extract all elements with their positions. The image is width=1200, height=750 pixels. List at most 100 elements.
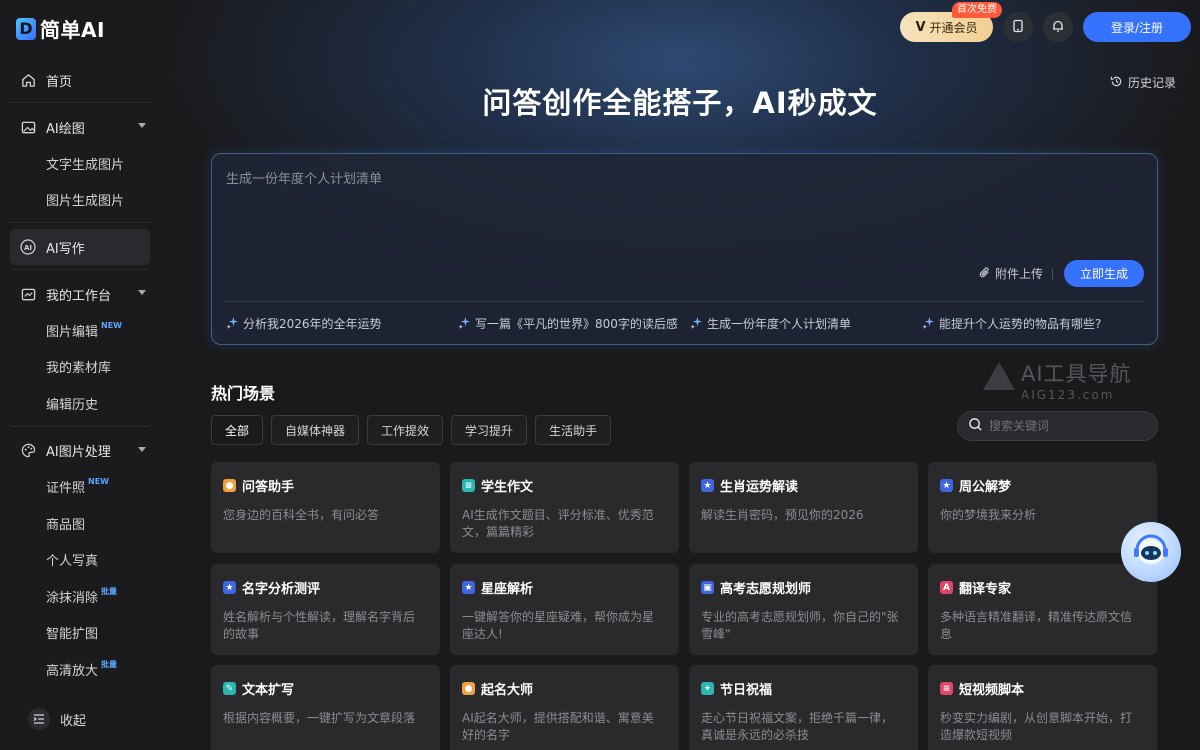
- person-icon: ●: [462, 682, 475, 695]
- card-description: AI生成作文题目、评分标准、优秀范文，篇篇精彩: [462, 508, 654, 539]
- scenario-card[interactable]: ★ 名字分析测评 姓名解析与个性解读，理解名字背后的故事: [211, 564, 440, 655]
- divider: [224, 301, 1145, 302]
- sidebar-item-erase[interactable]: 涂抹消除 批量: [10, 578, 150, 615]
- card-title-row: ★ 周公解梦: [940, 476, 1011, 495]
- gift-icon: ✦: [701, 682, 714, 695]
- card-description: 专业的高考志愿规划师，你自己的"张雪峰": [701, 610, 899, 641]
- scenario-card[interactable]: ★ 星座解析 一键解答你的星座疑难，帮你成为星座达人!: [450, 564, 679, 655]
- watermark: AI工具导航 AIG123.com: [983, 358, 1132, 402]
- vip-icon: V: [915, 19, 926, 35]
- scenario-card[interactable]: ✎ 文本扩写 根据内容概要，一键扩写为文章段落: [211, 665, 440, 750]
- scenario-card[interactable]: ● 起名大师 AI起名大师，提供搭配和谐、寓意美好的名字: [450, 665, 679, 750]
- scenario-card[interactable]: A 翻译专家 多种语言精准翻译，精准传达原文信息: [928, 564, 1157, 655]
- suggestion-text: 分析我2026年的全年运势: [243, 317, 382, 331]
- suggestion-chip[interactable]: 分析我2026年的全年运势: [226, 315, 382, 332]
- sidebar-item-text-to-image[interactable]: 文字生成图片: [10, 145, 150, 182]
- suggestion-text: 写一篇《平凡的世界》800字的读后感: [475, 317, 678, 331]
- search-box[interactable]: [957, 411, 1158, 441]
- attach-upload-button[interactable]: 附件上传: [978, 265, 1043, 282]
- collapse-icon: [28, 708, 50, 730]
- assistant-bot-button[interactable]: [1121, 522, 1181, 582]
- card-title-row: ★ 生肖运势解读: [701, 476, 798, 495]
- logo[interactable]: D 简单AI: [16, 14, 105, 43]
- prompt-input[interactable]: 生成一份年度个人计划清单: [226, 168, 382, 187]
- section-title: 热门场景: [211, 384, 276, 403]
- scenario-card[interactable]: ≡ 学生作文 AI生成作文题目、评分标准、优秀范文，篇篇精彩: [450, 462, 679, 553]
- notification-button[interactable]: [1043, 12, 1073, 42]
- watermark-text: AI工具导航: [1021, 362, 1132, 386]
- scenario-card[interactable]: ✦ 节日祝福 走心节日祝福文案，拒绝千篇一律，真诚是永远的必杀技: [689, 665, 918, 750]
- sidebar-item-portrait[interactable]: 个人写真: [10, 542, 150, 579]
- card-description: 姓名解析与个性解读，理解名字背后的故事: [223, 610, 416, 641]
- new-badge: NEW: [101, 320, 122, 330]
- card-title: 问答助手: [242, 480, 295, 495]
- sidebar-item-label: AI图片处理: [46, 445, 111, 460]
- card-title: 周公解梦: [959, 480, 1012, 495]
- suggestion-text: 能提升个人运势的物品有哪些?: [939, 317, 1102, 331]
- batch-badge: 批量: [101, 586, 118, 596]
- search-input[interactable]: [989, 419, 1149, 433]
- tablet-button[interactable]: [1003, 12, 1033, 42]
- sidebar-item-expand[interactable]: 智能扩图: [10, 615, 150, 652]
- doc-icon: ≡: [462, 479, 475, 492]
- card-description: 多种语言精准翻译，精准传达原文信息: [940, 610, 1133, 641]
- sidebar-item-image-to-image[interactable]: 图片生成图片: [10, 182, 150, 219]
- sidebar-item-upscale[interactable]: 高清放大 批量: [10, 651, 150, 688]
- card-title: 节日祝福: [720, 683, 773, 698]
- page-title: 问答创作全能搭子，AI秒成文: [482, 86, 878, 120]
- filter-tab-media[interactable]: 自媒体神器: [271, 415, 360, 445]
- sidebar-item-id-photo[interactable]: 证件照 NEW: [10, 469, 150, 506]
- login-button[interactable]: 登录/注册: [1083, 12, 1191, 42]
- card-title: 星座解析: [481, 582, 534, 597]
- card-title: 高考志愿规划师: [720, 582, 812, 597]
- scenario-card[interactable]: ★ 生肖运势解读 解读生肖密码，预见你的2026: [689, 462, 918, 553]
- ai-icon: AI: [20, 239, 36, 255]
- filter-tab-all[interactable]: 全部: [211, 415, 264, 445]
- suggestion-text: 生成一份年度个人计划清单: [707, 317, 852, 331]
- generate-button[interactable]: 立即生成: [1064, 260, 1144, 287]
- chevron-down-icon: [138, 123, 146, 128]
- sidebar-item-image-processing[interactable]: AI图片处理: [10, 433, 150, 469]
- prompt-box[interactable]: 生成一份年度个人计划清单 附件上传 立即生成 分析我2026年的全年运势 写一篇…: [211, 153, 1158, 345]
- home-icon: [20, 72, 36, 88]
- scenario-card[interactable]: ▣ 高考志愿规划师专业的高考志愿规划师，你自己的"张雪峰": [689, 564, 918, 655]
- chevron-down-icon: [138, 446, 146, 452]
- sidebar-item-edit-history[interactable]: 编辑历史: [10, 385, 150, 422]
- paperclip-icon: [978, 266, 991, 282]
- sidebar-item-image-edit[interactable]: 图片编辑 NEW: [10, 312, 150, 349]
- sidebar-item-ai-drawing[interactable]: AI绘图: [10, 109, 150, 145]
- suggestion-chip[interactable]: 生成一份年度个人计划清单: [690, 315, 851, 332]
- divider: [10, 102, 150, 103]
- sidebar-item-library[interactable]: 我的素材库: [10, 349, 150, 386]
- suggestion-chip[interactable]: 写一篇《平凡的世界》800字的读后感: [458, 315, 678, 332]
- vip-label: 开通会员: [929, 20, 978, 35]
- person-card-icon: ▣: [701, 581, 714, 594]
- sidebar-item-workspace[interactable]: 我的工作台: [10, 276, 150, 312]
- filter-tab-work[interactable]: 工作提效: [367, 415, 444, 445]
- card-description: 一键解答你的星座疑难，帮你成为星座达人!: [462, 610, 655, 641]
- card-description: 您身边的百科全书，有问必答: [223, 508, 380, 522]
- svg-text:AI: AI: [24, 244, 32, 252]
- scenario-card[interactable]: ● 问答助手 您身边的百科全书，有问必答: [211, 462, 440, 553]
- filter-tab-life[interactable]: 生活助手: [535, 415, 612, 445]
- card-title-row: ✦ 节日祝福: [701, 679, 772, 698]
- sidebar: D 简单AI 首页 AI绘图 文字生成图片 图片生成图片 AI AI写作 我的工…: [0, 0, 160, 750]
- sidebar-item-ai-writing[interactable]: AI AI写作: [10, 229, 150, 265]
- sidebar-item-label: 首页: [46, 74, 73, 90]
- scenario-card[interactable]: ≡ 短视频脚本 秒变实力编剧，从创意脚本开始，打造爆款短视频: [928, 665, 1157, 750]
- attach-label: 附件上传: [995, 267, 1044, 281]
- card-title: 生肖运势解读: [720, 480, 799, 495]
- edit-icon: ✎: [223, 682, 236, 695]
- collapse-sidebar-button[interactable]: 收起: [28, 708, 86, 730]
- filter-tabs: 全部 自媒体神器 工作提效 学习提升 生活助手: [211, 415, 612, 445]
- divider: [10, 425, 150, 427]
- vip-free-tag: 首次免费: [952, 2, 1002, 18]
- card-title: 翻译专家: [959, 582, 1012, 597]
- filter-tab-study[interactable]: 学习提升: [451, 415, 528, 445]
- suggestion-chip[interactable]: 能提升个人运势的物品有哪些?: [922, 315, 1101, 332]
- card-title: 短视频脚本: [959, 683, 1025, 698]
- sidebar-item-home[interactable]: 首页: [10, 62, 150, 98]
- sidebar-item-product-image[interactable]: 商品图: [10, 505, 150, 542]
- star-icon: ★: [940, 479, 953, 492]
- palette-icon: [20, 443, 36, 459]
